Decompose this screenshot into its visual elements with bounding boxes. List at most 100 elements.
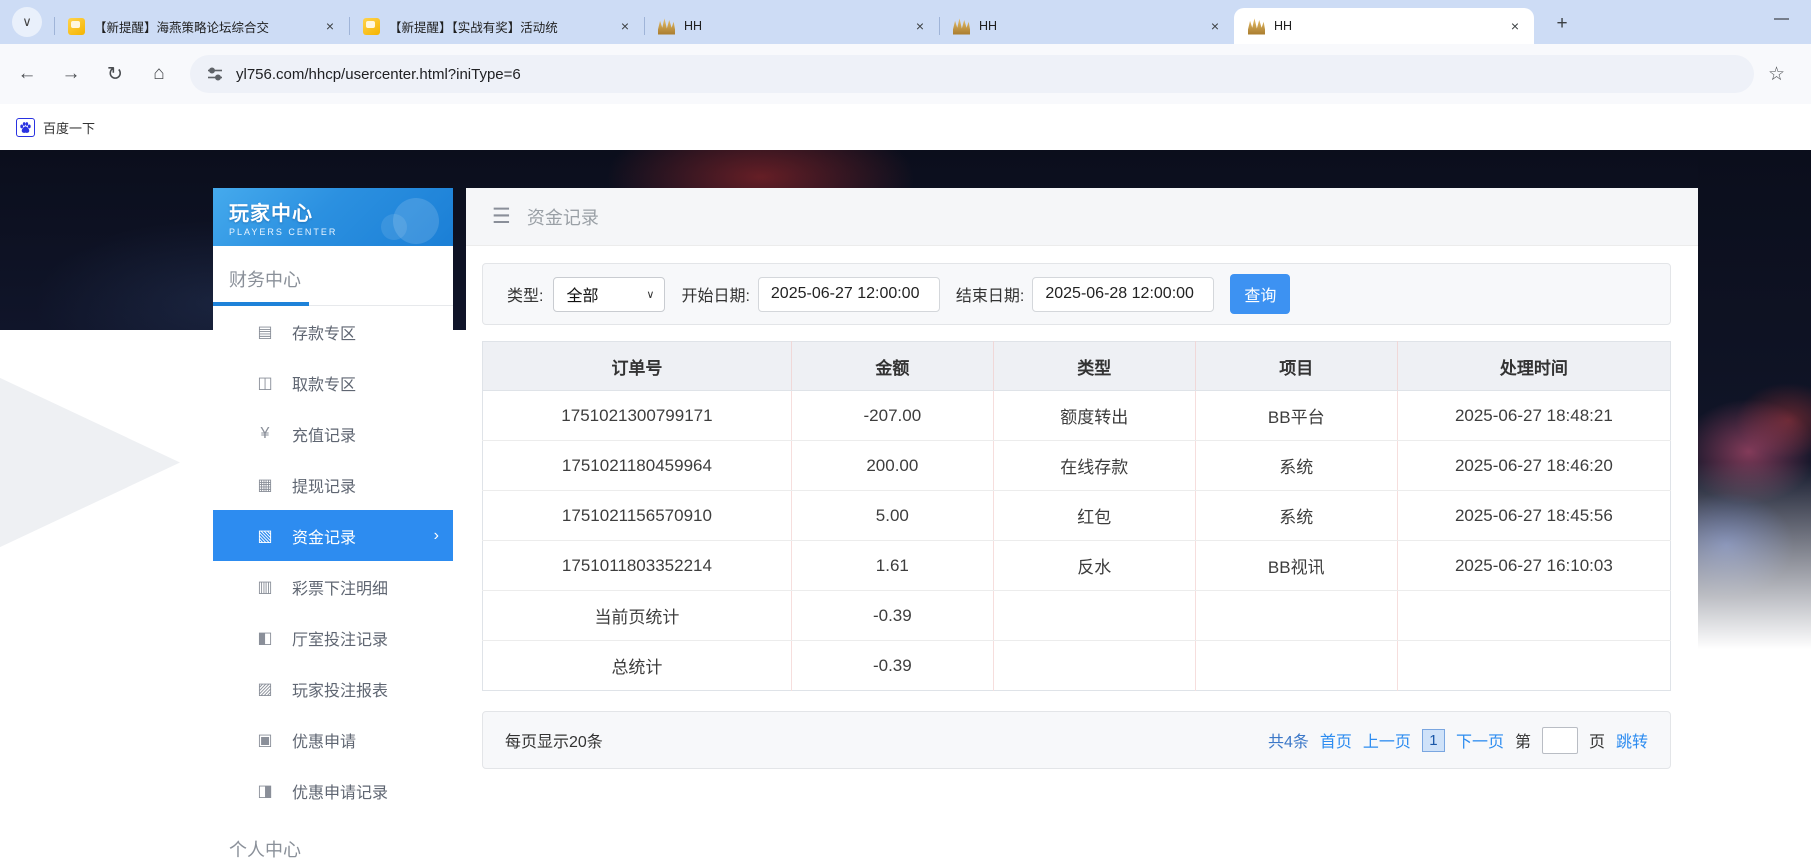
tab-search-button[interactable]: ∨ — [12, 7, 42, 37]
deposit-icon: ▤ — [257, 323, 273, 341]
first-page-link[interactable]: 首页 — [1320, 728, 1352, 752]
window-minimize-button[interactable]: — — [1774, 10, 1789, 27]
type-select[interactable]: 全部 ∨ — [553, 276, 666, 312]
start-date-label: 开始日期: — [681, 288, 750, 305]
browser-tab[interactable]: 【新提醒】海燕策略论坛综合交 × — [54, 8, 349, 44]
reload-button[interactable]: ↻ — [98, 57, 132, 91]
jump-suffix-label: 页 — [1588, 734, 1605, 751]
tab-close-icon[interactable]: × — [321, 17, 339, 35]
table-row: 总统计 -0.39 — [482, 640, 1671, 691]
page-title: 资金记录 — [526, 207, 599, 228]
panel-header: ☰ 资金记录 — [466, 188, 1698, 246]
browser-tab[interactable]: 【新提醒】【实战有奖】活动统 × — [349, 8, 644, 44]
table-cell: 2025-06-27 18:48:21 — [1397, 390, 1671, 441]
table-row: 1751021300799171 -207.00 额度转出 BB平台 2025-06-2… — [482, 390, 1671, 441]
table-cell: 额度转出 — [993, 390, 1196, 441]
total-count-label: 共4条 — [1268, 734, 1309, 751]
jump-prefix-label: 第 — [1514, 734, 1531, 751]
sidebar-item-withdraw[interactable]: ◫ 取款专区 — [213, 357, 453, 408]
prev-page-link[interactable]: 上一页 — [1363, 728, 1411, 752]
sidebar-title: 玩家中心 — [229, 203, 313, 225]
start-date-input[interactable]: 2025-06-27 12:00:00 — [757, 276, 940, 312]
sidebar-item-player-bet-report[interactable]: ▨ 玩家投注报表 — [213, 663, 453, 714]
tab-close-icon[interactable]: × — [616, 17, 634, 35]
jump-link[interactable]: 跳转 — [1616, 728, 1648, 752]
table-cell: -0.39 — [791, 590, 994, 641]
new-tab-button[interactable]: + — [1548, 10, 1576, 38]
table-cell: 1751021300799171 — [482, 390, 792, 441]
sidebar-item-recharge-record[interactable]: ¥ 充值记录 — [213, 408, 453, 459]
browser-tab-strip: ∨ 【新提醒】海燕策略论坛综合交 × 【新提醒】【实战有奖】活动统 × HH × HH × HH… — [0, 0, 1811, 44]
table-cell: 5.00 — [791, 490, 994, 541]
gold-burst-icon — [953, 18, 970, 35]
table-cell — [1397, 641, 1670, 691]
tab-title: 【新提醒】海燕策略论坛综合交 — [94, 20, 270, 35]
sidebar-item-lottery-bet-detail[interactable]: ▥ 彩票下注明细 — [213, 561, 453, 612]
sidebar-item-label: 玩家投注报表 — [292, 682, 389, 700]
chat-bubble-icon — [363, 17, 380, 35]
browser-tab[interactable]: HH × — [939, 8, 1234, 44]
back-button[interactable]: ← — [10, 57, 44, 91]
address-bar[interactable]: yl756.com/hhcp/usercenter.html?iniType=6 — [190, 55, 1754, 93]
fund-record-table: 订单号 金额 类型 项目 处理时间 1751021300799171 -207.00 额度转… — [482, 341, 1671, 691]
site-settings-icon[interactable] — [206, 65, 224, 83]
tab-close-icon[interactable]: × — [1506, 17, 1524, 35]
filter-bar: 类型: 全部 ∨ 开始日期: 2025-06-27 12:00:00 结束日期:… — [482, 263, 1671, 325]
column-header: 订单号 — [482, 341, 792, 391]
table-cell — [993, 590, 1196, 641]
sidebar-header: 玩家中心 PLAYERS CENTER — [213, 188, 453, 246]
table-cell: 1751021156570910 — [482, 490, 792, 541]
withdraw-icon: ◫ — [257, 374, 273, 392]
sidebar-item-label: 取款专区 — [292, 376, 357, 394]
table-cell: 1751011803352214 — [482, 540, 792, 591]
lottery-bet-detail-icon: ▥ — [257, 578, 273, 596]
tab-close-icon[interactable]: × — [911, 17, 929, 35]
table-cell — [993, 640, 1196, 691]
bookmark-star-icon[interactable]: ☆ — [1768, 63, 1785, 86]
table-cell: 总统计 — [482, 640, 792, 691]
bookmark-baidu[interactable]: 百度一下 — [16, 117, 95, 137]
column-header: 类型 — [993, 341, 1196, 391]
end-date-input[interactable]: 2025-06-28 12:00:00 — [1032, 276, 1215, 312]
per-page-label: 每页显示20条 — [505, 734, 603, 751]
table-cell: -207.00 — [791, 390, 994, 441]
table-cell — [1397, 590, 1671, 641]
sidebar-item-cashout-record[interactable]: ▦ 提现记录 — [213, 459, 453, 510]
pagination-bar: 每页显示20条 共4条 首页 上一页 1 下一页 第 页 跳转 — [482, 711, 1671, 769]
screen: ∨ 【新提醒】海燕策略论坛综合交 × 【新提醒】【实战有奖】活动统 × HH × HH × HH… — [0, 0, 1811, 868]
table-cell: BB视讯 — [1195, 540, 1398, 591]
current-page-badge[interactable]: 1 — [1421, 728, 1445, 752]
browser-tab[interactable]: HH × — [1234, 8, 1534, 44]
next-page-link[interactable]: 下一页 — [1456, 728, 1504, 752]
url-text[interactable]: yl756.com/hhcp/usercenter.html?iniType=6 — [236, 66, 521, 83]
browser-tab[interactable]: HH × — [644, 8, 939, 44]
search-button[interactable]: 查询 — [1230, 274, 1291, 314]
table-cell: 2025-06-27 16:10:03 — [1397, 540, 1671, 591]
table-row: 1751021180459964 200.00 在线存款 系统 2025-06-27 1… — [482, 440, 1671, 491]
forward-button[interactable]: → — [54, 57, 88, 91]
menu-icon[interactable]: ☰ — [492, 204, 511, 229]
sidebar-item-promo-apply[interactable]: ▣ 优惠申请 — [213, 714, 453, 765]
gold-burst-icon — [1248, 18, 1265, 35]
player-bet-report-icon: ▨ — [257, 680, 273, 698]
table-cell — [1195, 640, 1398, 691]
player-center-sidebar: 玩家中心 PLAYERS CENTER 财务中心 ▤ 存款专区 ◫ 取款专区 ¥ 充值记录… — [213, 188, 453, 868]
end-date-label: 结束日期: — [955, 288, 1025, 305]
table-cell: BB平台 — [1195, 390, 1398, 441]
cashout-record-icon: ▦ — [257, 476, 273, 494]
tab-title: HH — [684, 19, 703, 33]
column-header: 金额 — [791, 341, 994, 391]
sidebar-item-hall-bet-record[interactable]: ◧ 厅室投注记录 — [213, 612, 453, 663]
sidebar-subtitle: PLAYERS CENTER — [229, 227, 338, 237]
home-button[interactable]: ⌂ — [142, 57, 176, 91]
sidebar-item-label: 优惠申请记录 — [292, 784, 389, 802]
sidebar-item-fund-record[interactable]: ▧ 资金记录 › — [213, 510, 453, 561]
pagination-controls: 共4条 首页 上一页 1 下一页 第 页 跳转 — [1268, 726, 1648, 754]
jump-page-input[interactable] — [1541, 726, 1578, 754]
promo-apply-record-icon: ◨ — [257, 782, 273, 800]
sidebar-item-deposit[interactable]: ▤ 存款专区 — [213, 306, 453, 357]
sidebar-item-label: 彩票下注明细 — [292, 580, 389, 598]
chevron-right-icon: › — [433, 526, 439, 544]
tab-close-icon[interactable]: × — [1206, 17, 1224, 35]
sidebar-item-promo-apply-record[interactable]: ◨ 优惠申请记录 — [213, 765, 453, 816]
